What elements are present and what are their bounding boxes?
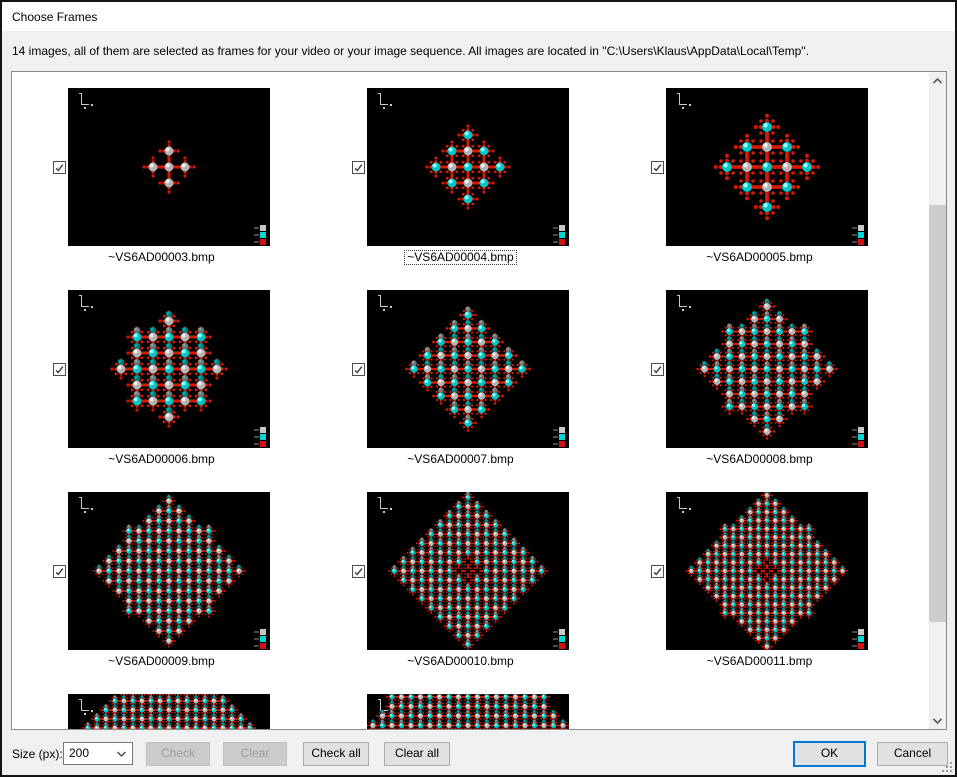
check-icon <box>54 364 65 375</box>
frame-filename[interactable]: ~VS6AD00010.bmp <box>404 654 516 669</box>
dialog-title: Choose Frames <box>12 10 97 24</box>
frame-cell: ~VS6AD00007.bmp <box>311 274 610 476</box>
frame-cell: ~VS6AD00011.bmp <box>610 476 909 678</box>
frame-filename-row: ~VS6AD00011.bmp <box>610 654 909 670</box>
frame-filename-row: ~VS6AD00010.bmp <box>311 654 610 670</box>
check-icon <box>54 566 65 577</box>
info-text: 14 images, all of them are selected as f… <box>12 44 809 58</box>
choose-frames-dialog: Choose Frames 14 images, all of them are… <box>0 0 957 777</box>
scrollbar-thumb[interactable] <box>929 205 946 622</box>
frames-viewport: ~VS6AD00003.bmp ~VS6AD00004.bmp ~VS6AD00… <box>11 71 947 730</box>
frame-cell: ~VS6AD00005.bmp <box>610 72 909 274</box>
frame-filename-row: ~VS6AD00006.bmp <box>12 452 311 468</box>
check-icon <box>54 162 65 173</box>
ok-button[interactable]: OK <box>793 741 866 767</box>
chevron-down-icon <box>933 718 942 724</box>
frame-cell: ~VS6AD00009.bmp <box>12 476 311 678</box>
frame-thumbnail[interactable] <box>367 694 569 730</box>
check-icon <box>652 364 663 375</box>
frame-filename[interactable]: ~VS6AD00009.bmp <box>105 654 217 669</box>
frame-checkbox[interactable] <box>651 161 664 174</box>
frame-thumbnail[interactable] <box>68 88 270 246</box>
frame-filename[interactable]: ~VS6AD00005.bmp <box>703 250 815 265</box>
frame-thumbnail[interactable] <box>68 290 270 448</box>
frame-cell: ~VS6AD00006.bmp <box>12 274 311 476</box>
check-icon <box>353 162 364 173</box>
info-bar: 14 images, all of them are selected as f… <box>2 31 955 71</box>
chevron-down-icon <box>117 751 126 757</box>
clear-all-button[interactable]: Clear all <box>384 742 450 766</box>
frame-cell <box>311 678 610 730</box>
frame-thumbnail[interactable] <box>666 88 868 246</box>
frame-checkbox[interactable] <box>651 565 664 578</box>
frame-thumbnail[interactable] <box>68 694 270 730</box>
frame-thumbnail[interactable] <box>367 492 569 650</box>
chevron-up-icon <box>933 78 942 84</box>
check-icon <box>353 566 364 577</box>
frame-checkbox[interactable] <box>53 161 66 174</box>
frame-filename[interactable]: ~VS6AD00004.bmp <box>404 250 516 265</box>
cancel-button[interactable]: Cancel <box>877 742 948 766</box>
frame-checkbox[interactable] <box>651 363 664 376</box>
scrollbar[interactable] <box>929 72 946 729</box>
frame-filename[interactable]: ~VS6AD00006.bmp <box>105 452 217 467</box>
frame-filename[interactable]: ~VS6AD00011.bmp <box>704 654 816 669</box>
frame-cell: ~VS6AD00008.bmp <box>610 274 909 476</box>
frame-filename-row: ~VS6AD00009.bmp <box>12 654 311 670</box>
frame-checkbox[interactable] <box>352 565 365 578</box>
frame-thumbnail[interactable] <box>666 492 868 650</box>
frame-checkbox[interactable] <box>53 363 66 376</box>
check-button[interactable]: Check <box>146 742 210 766</box>
size-value: 200 <box>69 746 89 760</box>
frame-filename-row: ~VS6AD00003.bmp <box>12 250 311 266</box>
scroll-up-button[interactable] <box>929 72 946 89</box>
frame-filename-row: ~VS6AD00007.bmp <box>311 452 610 468</box>
frame-filename-row: ~VS6AD00004.bmp <box>311 250 610 266</box>
frame-thumbnail[interactable] <box>68 492 270 650</box>
dialog-titlebar: Choose Frames <box>2 2 955 31</box>
frame-filename[interactable]: ~VS6AD00008.bmp <box>703 452 815 467</box>
check-icon <box>353 364 364 375</box>
frame-thumbnail[interactable] <box>367 88 569 246</box>
frame-filename[interactable]: ~VS6AD00003.bmp <box>105 250 217 265</box>
frame-cell: ~VS6AD00010.bmp <box>311 476 610 678</box>
check-icon <box>652 162 663 173</box>
frame-filename[interactable]: ~VS6AD00007.bmp <box>404 452 516 467</box>
frame-cell <box>12 678 311 730</box>
check-all-button[interactable]: Check all <box>303 742 369 766</box>
frame-filename-row: ~VS6AD00005.bmp <box>610 250 909 266</box>
frame-thumbnail[interactable] <box>666 290 868 448</box>
frame-checkbox[interactable] <box>352 161 365 174</box>
frames-grid: ~VS6AD00003.bmp ~VS6AD00004.bmp ~VS6AD00… <box>12 72 909 730</box>
frame-thumbnail[interactable] <box>367 290 569 448</box>
frame-checkbox[interactable] <box>352 363 365 376</box>
size-select[interactable]: 200 <box>63 742 133 765</box>
frame-checkbox[interactable] <box>53 565 66 578</box>
check-icon <box>652 566 663 577</box>
scroll-down-button[interactable] <box>929 712 946 729</box>
resize-grip[interactable] <box>942 762 953 773</box>
frame-filename-row: ~VS6AD00008.bmp <box>610 452 909 468</box>
frame-cell: ~VS6AD00003.bmp <box>12 72 311 274</box>
clear-button[interactable]: Clear <box>223 742 287 766</box>
size-label: Size (px): <box>12 747 63 761</box>
frame-cell: ~VS6AD00004.bmp <box>311 72 610 274</box>
